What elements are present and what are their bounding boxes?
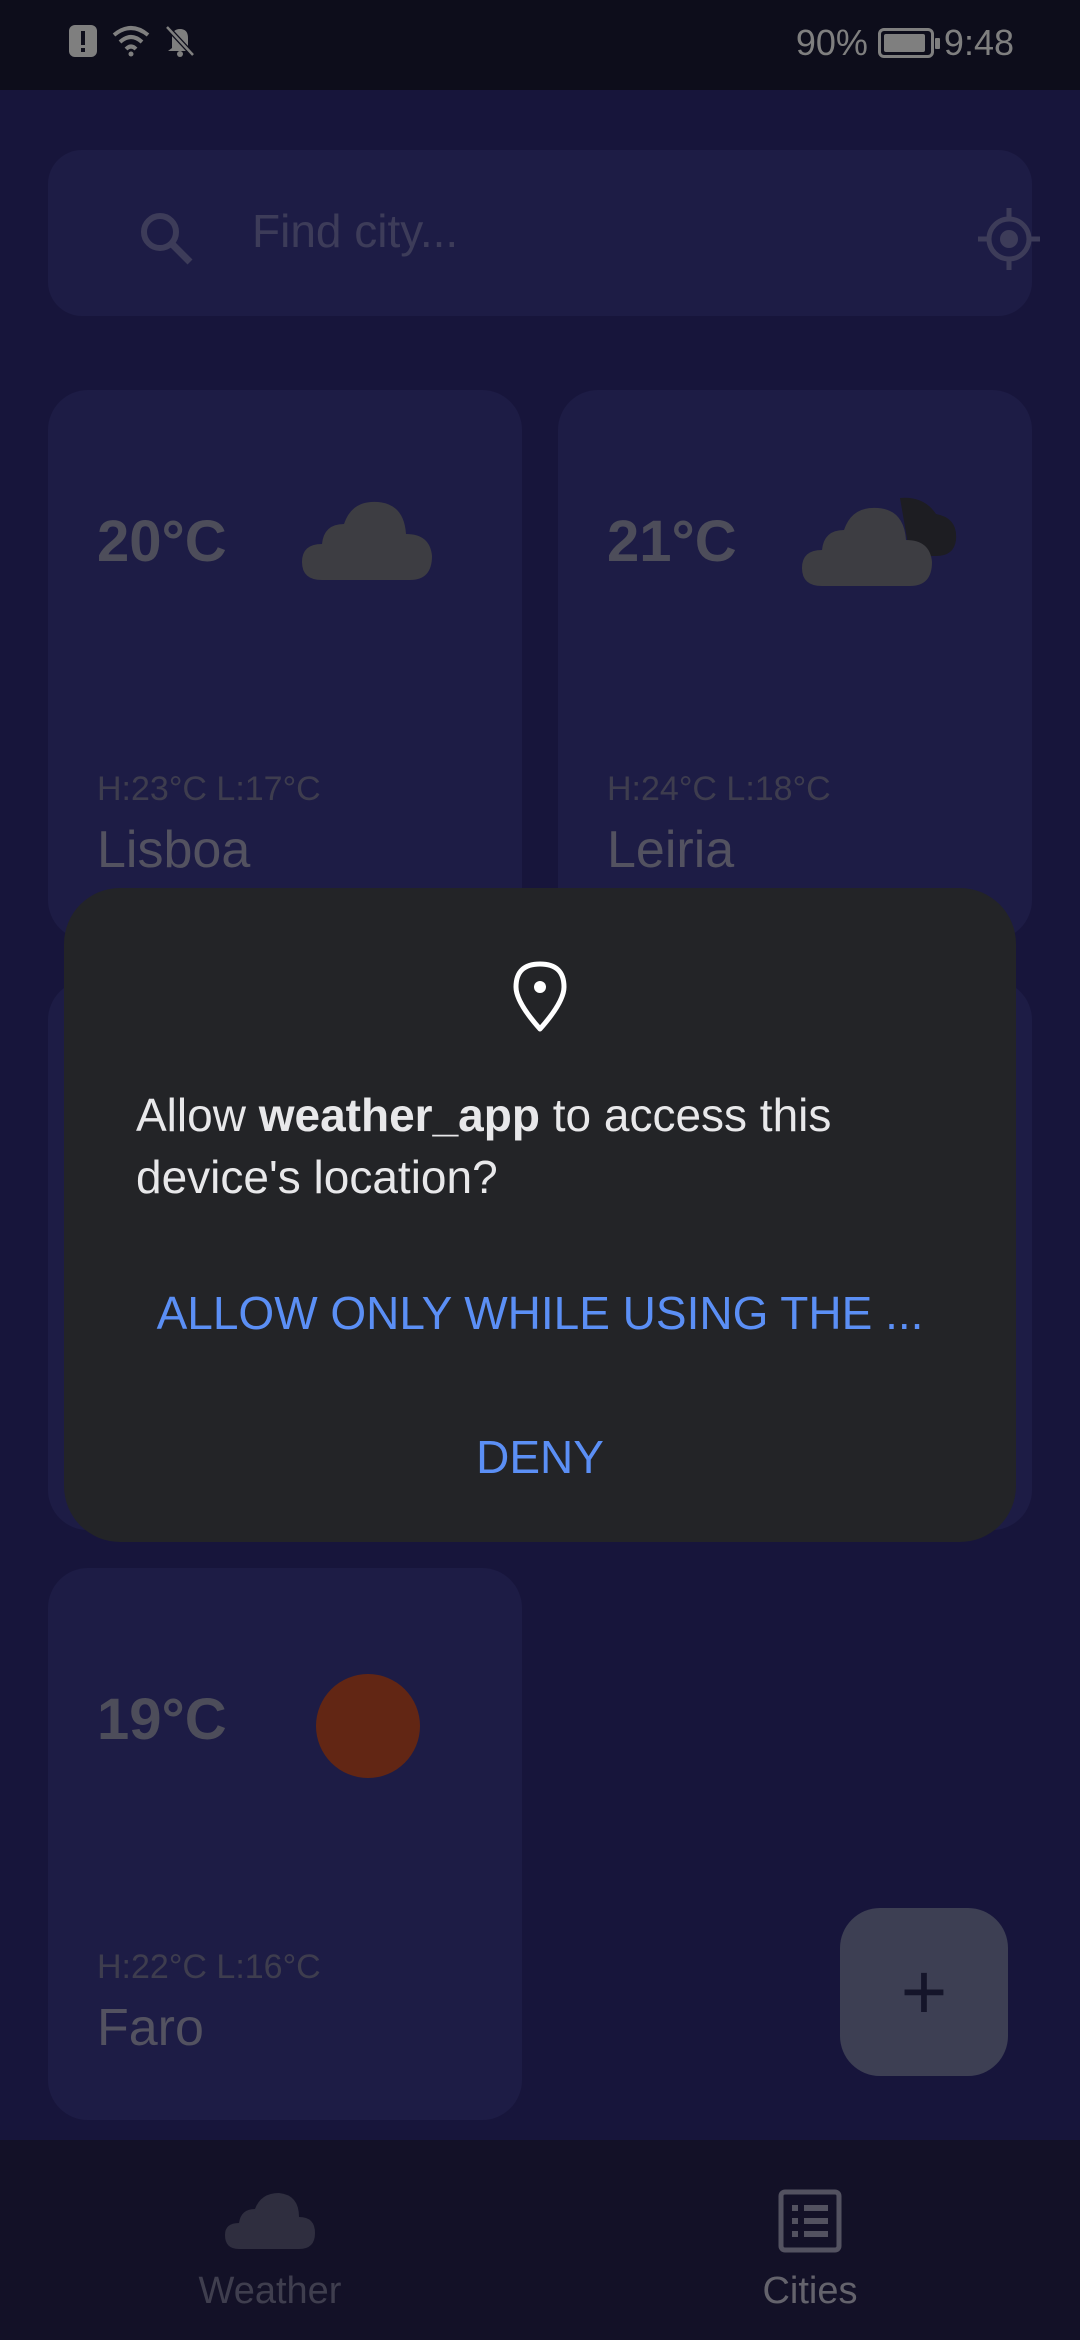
location-pin-icon [512,960,568,1037]
question-prefix: Allow [136,1089,259,1141]
app-name: weather_app [258,1089,540,1141]
deny-button[interactable]: DENY [64,1430,1016,1484]
location-permission-dialog: Allow weather_app to access this device'… [64,888,1016,1542]
permission-question: Allow weather_app to access this device'… [136,1084,956,1208]
allow-while-using-button[interactable]: ALLOW ONLY WHILE USING THE ... [64,1286,1016,1340]
